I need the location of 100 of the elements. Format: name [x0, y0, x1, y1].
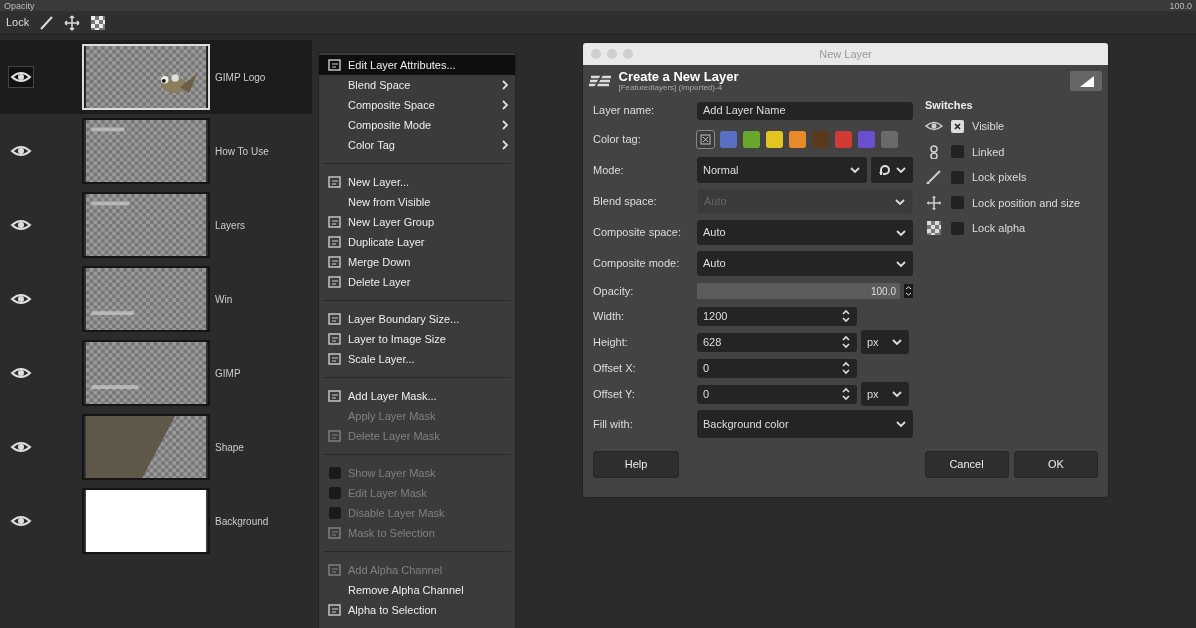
- menu-item[interactable]: Composite Mode: [319, 115, 515, 135]
- number-field[interactable]: 0: [697, 358, 857, 378]
- checkbox[interactable]: [951, 145, 964, 159]
- spin-arrows-icon[interactable]: [841, 334, 851, 350]
- layer-icon: [327, 215, 343, 229]
- window-title: New Layer: [818, 46, 873, 62]
- number-field[interactable]: 628: [697, 332, 857, 352]
- menu-item[interactable]: Blend Space: [319, 75, 515, 95]
- spin-arrows-icon[interactable]: [841, 308, 851, 324]
- field-label: Mode:: [593, 162, 624, 178]
- opacity-slider[interactable]: 100.0: [697, 283, 900, 299]
- brush-icon: [925, 170, 943, 185]
- color-swatch[interactable]: [881, 130, 898, 148]
- layer-row[interactable]: Layers: [0, 188, 312, 262]
- ok-button[interactable]: OK: [1014, 451, 1098, 478]
- menu-item[interactable]: New from Visible: [319, 192, 515, 212]
- field-label: Composite space:: [593, 225, 682, 241]
- menu-item[interactable]: Layer to Image Size: [319, 329, 515, 349]
- layer-icon: [327, 603, 343, 617]
- chevron-down-icon: [891, 337, 903, 347]
- checkbox[interactable]: [951, 119, 964, 133]
- color-swatch[interactable]: [697, 130, 714, 148]
- menu-item[interactable]: Layer Boundary Size...: [319, 309, 515, 329]
- layer-icon: [327, 175, 343, 189]
- menu-item[interactable]: Alpha to Selection: [319, 600, 515, 620]
- help-button[interactable]: Help: [593, 451, 679, 478]
- checkbox[interactable]: [951, 196, 964, 210]
- chevron-right-icon: [501, 79, 509, 91]
- checkbox[interactable]: [951, 170, 964, 184]
- spin-arrows-icon[interactable]: [904, 284, 913, 298]
- color-swatch[interactable]: [720, 130, 737, 148]
- dropdown[interactable]: Auto: [697, 251, 913, 276]
- spin-arrows-icon[interactable]: [841, 386, 851, 402]
- unit-dropdown[interactable]: px: [861, 382, 909, 406]
- checkbox[interactable]: [951, 221, 964, 235]
- spin-arrows-icon[interactable]: [841, 360, 851, 376]
- layer-name: How To Use: [215, 144, 269, 159]
- layer-row[interactable]: Background: [0, 484, 312, 558]
- layer-row[interactable]: Shape: [0, 410, 312, 484]
- dropdown[interactable]: Normal: [697, 157, 867, 183]
- layer-icon: [327, 332, 343, 346]
- field-label: Layer name:: [593, 103, 655, 119]
- menu-item[interactable]: Add Layer Mask...: [319, 386, 515, 406]
- layer-row[interactable]: GIMP: [0, 336, 312, 410]
- image-icon[interactable]: [1070, 71, 1102, 91]
- field-label: Composite mode:: [593, 256, 680, 272]
- field-label: Offset X:: [593, 360, 636, 376]
- chevron-right-icon: [501, 139, 509, 151]
- cross-icon: [953, 121, 962, 131]
- color-swatch[interactable]: [766, 130, 783, 148]
- checkerboard-icon[interactable]: [90, 14, 107, 31]
- layer-icon: [327, 389, 343, 403]
- layer-icon: [327, 312, 343, 326]
- menu-item[interactable]: Composite Space: [319, 95, 515, 115]
- layer-name: GIMP Logo: [215, 70, 266, 85]
- switch-label: Lock alpha: [972, 221, 1026, 236]
- cancel-button[interactable]: Cancel: [924, 451, 1009, 478]
- number-field[interactable]: 0: [697, 384, 857, 404]
- color-swatch[interactable]: [835, 130, 852, 148]
- menu-item[interactable]: Duplicate Layer: [319, 232, 515, 252]
- unit-dropdown[interactable]: px: [861, 330, 909, 354]
- move-icon[interactable]: [64, 14, 81, 31]
- layer-icon: [327, 255, 343, 269]
- visibility-toggle[interactable]: [8, 66, 34, 88]
- layer-icon: [327, 563, 343, 577]
- pencil-icon[interactable]: [39, 14, 55, 31]
- menu-item[interactable]: Delete Layer: [319, 272, 515, 292]
- layer-icon: [327, 58, 343, 72]
- number-field[interactable]: 1200: [697, 306, 857, 326]
- layer-row[interactable]: Win: [0, 262, 312, 336]
- switch-label: Linked: [972, 144, 1005, 160]
- dropdown[interactable]: Auto: [697, 220, 913, 245]
- chevron-down-icon: [894, 196, 906, 207]
- menu-item[interactable]: Scale Layer...: [319, 349, 515, 369]
- opacity-value: 100.0: [1169, 2, 1192, 11]
- eye-icon: [10, 439, 32, 455]
- menu-item[interactable]: Color Tag: [319, 135, 515, 155]
- layer-row[interactable]: How To Use: [0, 114, 312, 188]
- menu-item[interactable]: Edit Layer Attributes...: [319, 55, 515, 75]
- layer-name: Layers: [215, 218, 245, 233]
- layer-name: Win: [215, 292, 233, 307]
- layer-row[interactable]: GIMP Logo: [0, 40, 312, 114]
- text-field[interactable]: Add Layer Name: [697, 101, 913, 120]
- mode-menu[interactable]: [871, 157, 913, 183]
- menu-item[interactable]: Remove Alpha Channel: [319, 580, 515, 600]
- switch-label: Lock pixels: [972, 170, 1027, 185]
- menu-item[interactable]: New Layer...: [319, 172, 515, 192]
- switch-label: Lock position and size: [972, 195, 1081, 211]
- image-name: [Featuredlayers] (imported)-4: [618, 83, 723, 92]
- menu-item[interactable]: New Layer Group: [319, 212, 515, 232]
- dropdown[interactable]: Background color: [697, 410, 913, 438]
- menu-item[interactable]: Merge Down: [319, 252, 515, 272]
- field-label: Opacity:: [593, 283, 634, 299]
- eye-icon: [10, 365, 32, 381]
- color-swatch[interactable]: [858, 130, 875, 148]
- color-swatch[interactable]: [789, 130, 806, 148]
- chevron-down-icon: [849, 165, 861, 175]
- color-swatch[interactable]: [743, 130, 760, 148]
- color-swatch[interactable]: [812, 130, 829, 148]
- field-label: Fill with:: [593, 416, 633, 432]
